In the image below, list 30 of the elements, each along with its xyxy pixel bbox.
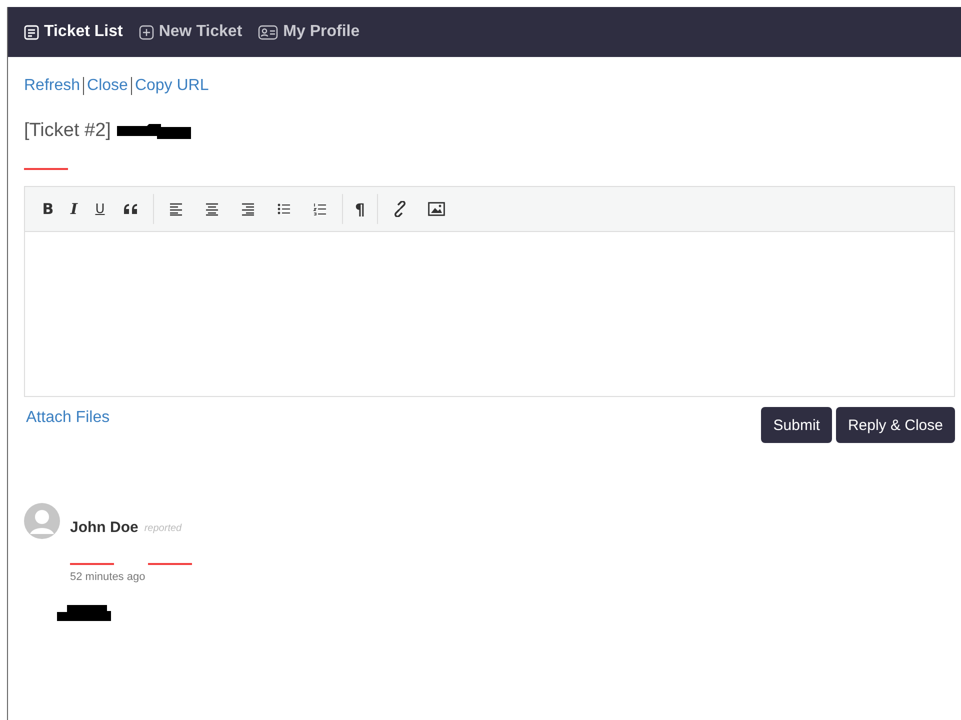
image-icon[interactable]: [428, 202, 444, 216]
action-button[interactable]: Submit: [761, 407, 832, 443]
quote-icon[interactable]: [123, 202, 139, 216]
plus-icon: [138, 24, 154, 40]
italic-button[interactable]: I: [61, 200, 87, 218]
align-center-icon[interactable]: [205, 202, 219, 216]
numbered-list-icon[interactable]: [313, 202, 327, 216]
nav-tab[interactable]: New Ticket: [138, 23, 242, 41]
profile-card-icon: [258, 24, 278, 40]
reply-editor[interactable]: B I U ¶: [24, 186, 955, 397]
align-right-icon[interactable]: [241, 202, 255, 216]
underline-button[interactable]: U: [87, 202, 113, 216]
post-time: 52 minutes ago: [70, 571, 146, 583]
link-icon[interactable]: [392, 201, 408, 217]
nav-tab[interactable]: Ticket List: [24, 23, 123, 41]
list-icon: [24, 24, 39, 40]
bullet-list-icon[interactable]: [277, 202, 291, 216]
action-link[interactable]: Copy URL: [134, 77, 209, 95]
author-name: John Doe: [70, 518, 138, 536]
action-link[interactable]: Close: [87, 77, 128, 95]
nav-tab[interactable]: My Profile: [258, 23, 360, 41]
post-action: reported: [144, 522, 182, 534]
ticket-title: [Ticket #2]: [24, 120, 111, 142]
bold-button[interactable]: B: [35, 200, 61, 218]
align-left-icon[interactable]: [169, 202, 183, 216]
action-button[interactable]: Reply & Close: [836, 407, 955, 443]
paragraph-button[interactable]: ¶: [347, 200, 373, 218]
action-link[interactable]: Refresh: [24, 77, 80, 95]
avatar-icon: [24, 503, 60, 539]
attach-files-link[interactable]: Attach Files: [24, 409, 110, 427]
